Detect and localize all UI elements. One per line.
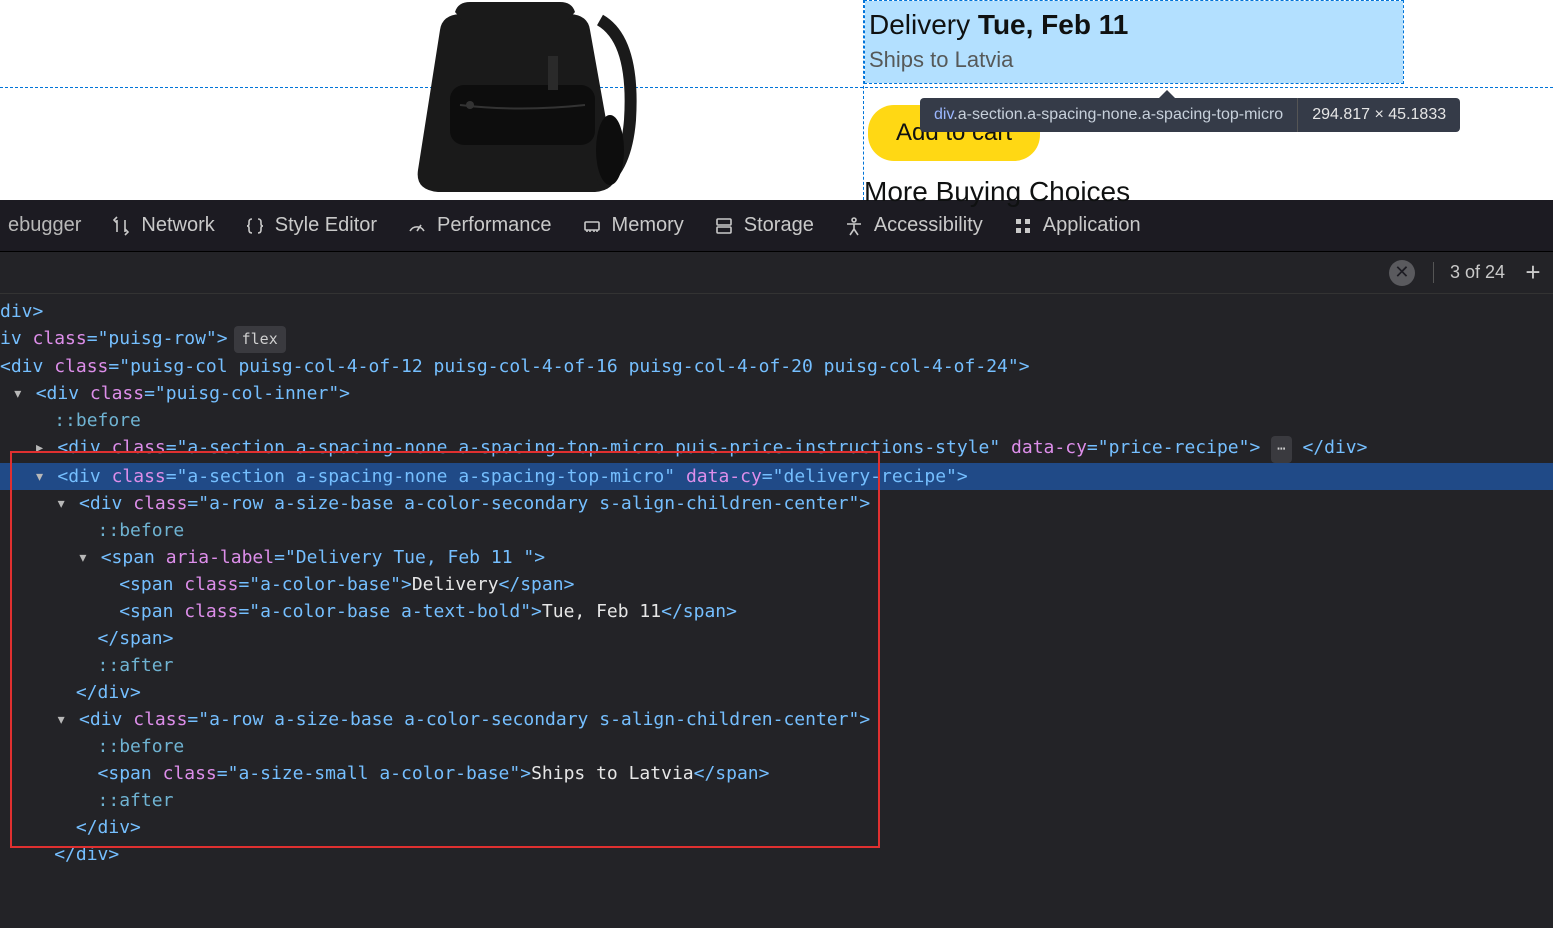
network-icon bbox=[111, 216, 131, 236]
tab-storage[interactable]: Storage bbox=[714, 214, 814, 237]
expand-icon[interactable]: + bbox=[1523, 257, 1543, 288]
tab-accessibility[interactable]: Accessibility bbox=[844, 214, 983, 237]
expander-icon[interactable]: ▾ bbox=[54, 490, 68, 517]
flex-badge[interactable]: flex bbox=[234, 326, 286, 353]
tab-application[interactable]: Application bbox=[1013, 214, 1141, 237]
tab-network[interactable]: Network bbox=[111, 214, 214, 237]
grid-icon bbox=[1013, 216, 1033, 236]
expander-icon[interactable]: ▾ bbox=[76, 544, 90, 571]
delivery-text: Delivery Tue, Feb 11 bbox=[869, 9, 1399, 41]
inspector-tooltip: div.a-section.a-spacing-none.a-spacing-t… bbox=[920, 98, 1460, 132]
gauge-icon bbox=[407, 216, 427, 236]
backpack-icon bbox=[350, 0, 690, 200]
storage-icon bbox=[714, 216, 734, 236]
selected-dom-node[interactable]: ▾ <div class="a-section a-spacing-none a… bbox=[0, 463, 1553, 490]
more-buying-choices[interactable]: More Buying Choices bbox=[864, 176, 1130, 208]
ellipsis-icon[interactable]: ⋯ bbox=[1271, 436, 1291, 463]
inspected-element-highlight: Delivery Tue, Feb 11 Ships to Latvia bbox=[864, 0, 1404, 84]
memory-icon bbox=[582, 216, 602, 236]
expander-icon[interactable]: ▾ bbox=[54, 706, 68, 733]
close-icon[interactable]: ✕ bbox=[1389, 260, 1415, 286]
webpage-preview: Delivery Tue, Feb 11 Ships to Latvia Add… bbox=[0, 0, 1553, 200]
dom-search-bar: ✕ 3 of 24 + bbox=[0, 252, 1553, 294]
ships-to-text: Ships to Latvia bbox=[869, 47, 1399, 73]
product-image[interactable] bbox=[310, 0, 730, 200]
tab-performance[interactable]: Performance bbox=[407, 214, 552, 237]
expander-icon[interactable]: ▾ bbox=[33, 463, 47, 490]
devtools-panel: ebugger Network Style Editor Performance… bbox=[0, 200, 1553, 928]
devtools-toolbar: ebugger Network Style Editor Performance… bbox=[0, 200, 1553, 252]
inspector-guide bbox=[0, 87, 1553, 88]
expander-icon[interactable]: ▾ bbox=[11, 380, 25, 407]
tab-memory[interactable]: Memory bbox=[582, 214, 684, 237]
tab-style-editor[interactable]: Style Editor bbox=[245, 214, 377, 237]
braces-icon bbox=[245, 216, 265, 236]
search-result-count: 3 of 24 bbox=[1433, 262, 1505, 283]
accessibility-icon bbox=[844, 216, 864, 236]
expander-icon[interactable]: ▸ bbox=[33, 434, 47, 461]
dom-tree[interactable]: div> iv class="puisg-row">flex <div clas… bbox=[0, 294, 1553, 928]
tab-debugger[interactable]: ebugger bbox=[8, 214, 81, 237]
